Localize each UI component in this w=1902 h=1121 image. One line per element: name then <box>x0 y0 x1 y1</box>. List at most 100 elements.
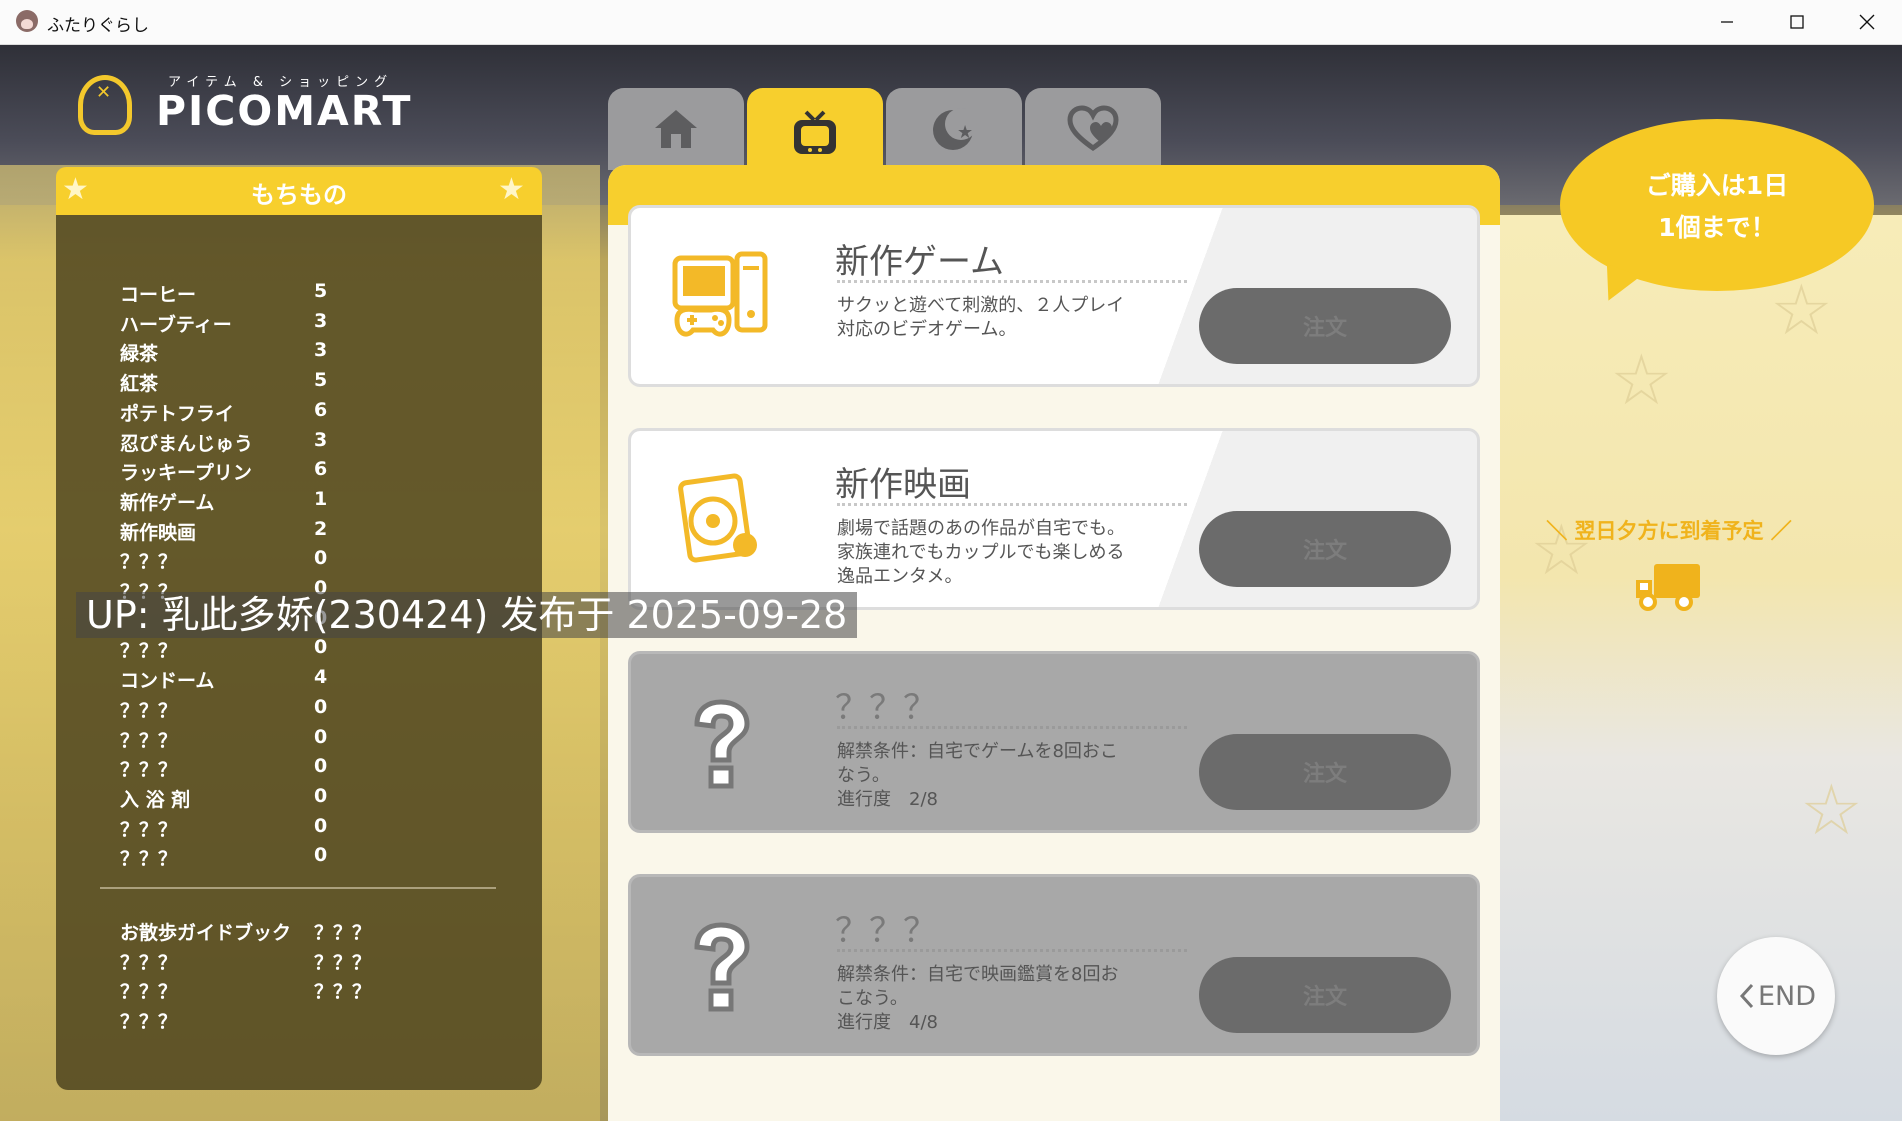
inventory-row: 忍びまんじゅう 3 <box>120 429 480 458</box>
app-icon <box>16 10 38 32</box>
uploader-overlay-text: UP: 乳此多娇(230424) 发布于 2025-09-28 <box>76 592 858 638</box>
inventory-row: ラッキープリン 6 <box>120 458 480 487</box>
order-button[interactable]: 注文 <box>1199 288 1451 364</box>
item-title: ？？？ <box>835 688 937 728</box>
shop-panel: 新作ゲーム サクッと遊べて刺激的、２人プレイ対応のビデオゲーム。 注文 新作映画… <box>608 165 1500 1121</box>
close-icon <box>1859 14 1875 30</box>
unlock-progress: 進行度 2/8 <box>837 789 938 810</box>
guide-item: ？？？ <box>120 951 178 974</box>
guide-item: ？？？ <box>314 951 372 974</box>
tab-night[interactable]: ★ <box>886 88 1022 170</box>
purchase-limit-text: ご購入は1日 1個まで！ <box>1560 165 1874 249</box>
logo-mark-icon <box>78 75 132 135</box>
star-decoration: ☆ <box>1610 339 1673 421</box>
inventory-row: 新作ゲーム 1 <box>120 488 480 517</box>
minimize-button[interactable] <box>1692 0 1762 44</box>
item-name: ハーブティー <box>120 313 232 336</box>
item-count: 6 <box>314 398 328 421</box>
minimize-icon <box>1721 21 1733 23</box>
inventory-row: ？？？ 0 <box>120 726 480 755</box>
logo-name: PICOMART <box>156 87 413 135</box>
title-underline <box>837 726 1187 729</box>
item-title: ？？？ <box>835 911 937 951</box>
game-screen: ☆ ☆ ☆ ☆ アイテム & ショッピング PICOMART ★ もちもの ★ … <box>0 45 1902 1121</box>
shop-item-card: 新作映画 劇場で話題のあの作品が自宅でも。家族連れでもカップルでも楽しめる逸品エ… <box>628 428 1480 610</box>
computer-game-icon <box>672 251 768 337</box>
order-button-disabled[interactable]: 注文 <box>1199 957 1451 1033</box>
item-title: 新作映画 <box>835 465 971 505</box>
inventory-row: ？？？ 0 <box>120 636 480 665</box>
item-count: 5 <box>314 280 328 302</box>
tab-home[interactable] <box>608 88 744 170</box>
end-button[interactable]: END <box>1717 937 1835 1055</box>
item-count: 3 <box>314 309 328 332</box>
item-title: 新作ゲーム <box>835 242 1004 282</box>
item-name: ？？？ <box>120 729 178 752</box>
item-name: ？？？ <box>120 759 178 782</box>
inventory-row: ？？？ 0 <box>120 844 480 873</box>
item-name: 紅茶 <box>120 373 159 396</box>
purchase-limit-line1: ご購入は1日 <box>1645 171 1789 200</box>
tab-love[interactable] <box>1025 88 1161 170</box>
guide-item: お散歩ガイドブック <box>120 922 292 944</box>
maximize-button[interactable] <box>1762 0 1832 44</box>
inventory-header: ★ もちもの ★ <box>56 167 542 215</box>
item-count: 0 <box>314 636 328 659</box>
tv-icon <box>794 110 836 154</box>
item-count: 0 <box>314 695 328 718</box>
item-count: 2 <box>314 517 328 540</box>
svg-text:★: ★ <box>957 122 973 143</box>
item-count: 0 <box>314 784 328 807</box>
item-count: 4 <box>314 666 328 689</box>
item-count: 0 <box>314 755 328 778</box>
order-button-disabled[interactable]: 注文 <box>1199 734 1451 810</box>
inventory-divider <box>100 887 496 889</box>
item-count: 0 <box>314 547 328 570</box>
moon-star-icon: ★ <box>933 108 977 150</box>
item-count: 0 <box>314 725 328 748</box>
inventory-row: ？？？ 0 <box>120 696 480 725</box>
inventory-row: ？？？ 0 <box>120 815 480 844</box>
item-count: 6 <box>314 458 328 481</box>
home-icon <box>655 110 697 148</box>
inventory-row: コンドーム 4 <box>120 666 480 695</box>
item-count: 5 <box>314 369 328 392</box>
unlock-condition: 解禁条件：自宅で映画鑑賞を8回おこなう。 <box>837 964 1119 1009</box>
item-name: 新作ゲーム <box>120 491 215 514</box>
order-button[interactable]: 注文 <box>1199 511 1451 587</box>
item-name: コンドーム <box>120 670 215 693</box>
star-decoration: ☆ <box>1800 769 1863 851</box>
arrival-notice: ＼ 翌日夕方に到着予定 ／ <box>1546 519 1792 543</box>
guide-item: ？？？ <box>314 981 372 1004</box>
close-button[interactable] <box>1832 0 1902 44</box>
inventory-row: 新作映画 2 <box>120 518 480 547</box>
unlock-condition: 解禁条件：自宅でゲームを8回おこなう。 <box>837 741 1118 786</box>
truck-icon <box>1636 564 1700 611</box>
item-name: 忍びまんじゅう <box>120 432 254 455</box>
question-mark-icon <box>694 699 750 789</box>
item-name: ？？？ <box>120 640 178 663</box>
title-underline <box>837 280 1187 283</box>
item-name: ？？？ <box>120 848 178 871</box>
inventory-row: 紅茶 5 <box>120 369 480 398</box>
item-name: 新作映画 <box>120 521 197 544</box>
guide-item: ？？？ <box>120 981 178 1004</box>
window-titlebar: ふたりぐらし <box>0 0 1902 45</box>
item-name: 入 浴 剤 <box>120 788 191 811</box>
purchase-limit-line2: 1個まで！ <box>1658 213 1776 242</box>
guide-item: ？？？ <box>120 1011 178 1034</box>
unlock-progress: 進行度 4/8 <box>837 1012 938 1033</box>
shop-item-card-locked: ？？？ 解禁条件：自宅で映画鑑賞を8回おこなう。 進行度 4/8 注文 <box>628 874 1480 1056</box>
item-count: 3 <box>314 339 328 362</box>
chevron-left-icon <box>1739 983 1754 1009</box>
item-name: ？？？ <box>120 551 178 574</box>
inventory-row: ポテトフライ 6 <box>120 399 480 428</box>
item-count: 3 <box>314 428 328 451</box>
star-decoration: ☆ <box>1770 269 1833 351</box>
item-description: 劇場で話題のあの作品が自宅でも。家族連れでもカップルでも楽しめる逸品エンタメ。 <box>837 518 1125 587</box>
item-count: 1 <box>314 487 328 510</box>
item-name: ？？？ <box>120 699 178 722</box>
inventory-row: 入 浴 剤 0 <box>120 785 480 814</box>
star-icon: ★ <box>498 172 525 207</box>
item-count: 0 <box>314 814 328 837</box>
